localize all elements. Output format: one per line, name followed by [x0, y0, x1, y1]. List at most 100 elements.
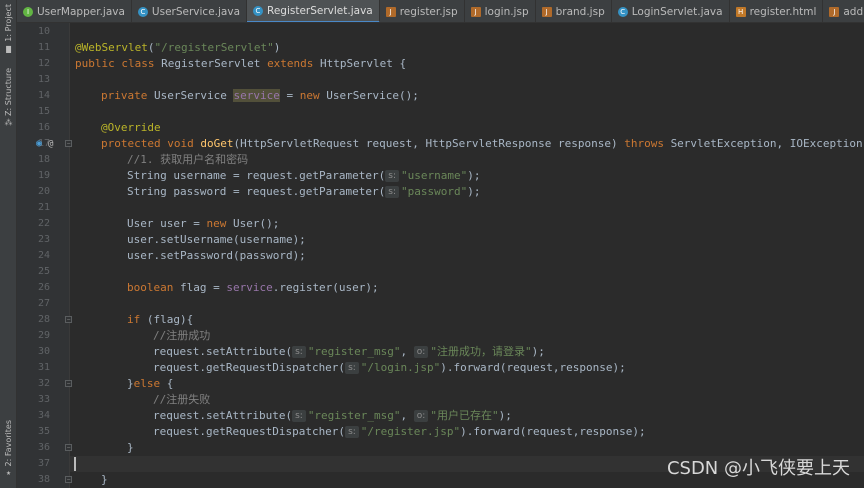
- string-token: "/registerServlet": [154, 41, 274, 54]
- code-token: String username = request.getParameter(: [127, 169, 386, 182]
- line-number: 21: [37, 202, 50, 213]
- line-number: 37: [37, 458, 50, 469]
- keyword-token: throws: [624, 137, 671, 150]
- string-token: "password": [401, 185, 468, 198]
- tab-userservice-java[interactable]: C UserService.java: [132, 0, 247, 22]
- code-line-20: String password = request.getParameter(s…: [127, 184, 481, 200]
- code-token: ,: [400, 345, 414, 358]
- tab-login-jsp[interactable]: J login.jsp: [465, 0, 536, 22]
- line-number: 20: [37, 186, 50, 197]
- code-line-26: boolean flag = service.register(user);: [127, 280, 379, 296]
- annotation-icon[interactable]: @: [48, 136, 53, 152]
- comment-token: //1. 获取用户名和密码: [127, 153, 249, 166]
- code-token: );: [467, 185, 481, 198]
- text-caret: [74, 457, 76, 471]
- string-token: "注册成功，请登录": [430, 345, 532, 358]
- parameter-hint: s:: [385, 186, 400, 198]
- code-line-16: @Override: [101, 120, 161, 136]
- keyword-token: new: [206, 217, 233, 230]
- line-number: 38: [37, 474, 50, 485]
- code-line-17: protected void doGet(HttpServletRequest …: [101, 136, 864, 152]
- code-line-11: @WebServlet("/registerServlet"): [75, 40, 280, 56]
- tab-loginservlet-java[interactable]: C LoginServlet.java: [612, 0, 730, 22]
- line-number: 15: [37, 106, 50, 117]
- override-method-icon[interactable]: ◉: [36, 136, 42, 152]
- string-token: "register_msg": [307, 409, 401, 422]
- comment-token: //注册失败: [153, 393, 211, 406]
- code-token: );: [498, 409, 512, 422]
- code-token: );: [467, 169, 481, 182]
- csdn-watermark: CSDN @小飞侠要上天: [666, 458, 850, 479]
- tab-brand-jsp[interactable]: J brand.jsp: [536, 0, 612, 22]
- annotation-token: @Override: [101, 121, 161, 134]
- tool-window-strip: 1: Project ▆ Z: Structure ⁂ 2: Favorites…: [0, 0, 17, 488]
- line-number: 19: [37, 170, 50, 181]
- line-number: 26: [37, 282, 50, 293]
- class-icon: C: [253, 5, 263, 16]
- tab-registerservlet-java[interactable]: C RegisterServlet.java: [247, 0, 380, 22]
- code-line-24: user.setPassword(password);: [127, 249, 306, 262]
- code-token: ,: [400, 409, 414, 422]
- line-number: 32: [37, 378, 50, 389]
- structure-tool-button[interactable]: Z: Structure ⁂: [0, 68, 17, 128]
- tab-label: UserService.java: [151, 5, 240, 18]
- project-tool-button[interactable]: 1: Project ▆: [0, 4, 17, 54]
- favorites-tool-label: 2: Favorites: [4, 420, 13, 467]
- code-editor[interactable]: @WebServlet("/registerServlet") public c…: [70, 23, 864, 488]
- favorites-tool-button[interactable]: 2: Favorites ★: [0, 420, 17, 478]
- string-token: "register_msg": [307, 345, 401, 358]
- code-line-12: public class RegisterServlet extends Htt…: [75, 56, 406, 72]
- code-token: HttpServlet {: [320, 57, 407, 70]
- parameter-hint: o:: [413, 346, 429, 358]
- folder-icon: ▆: [6, 43, 11, 53]
- code-line-14: private UserService service = new UserSe…: [101, 88, 419, 104]
- jsp-icon: J: [470, 6, 481, 17]
- parameter-hint: s:: [292, 346, 306, 358]
- code-token: .register(user);: [272, 281, 379, 294]
- keyword-token: public class: [75, 57, 162, 70]
- punct-token: ): [273, 41, 281, 54]
- class-icon: C: [617, 6, 628, 17]
- line-number: 10: [37, 26, 50, 37]
- code-token: User();: [232, 217, 280, 230]
- line-number: 35: [37, 426, 50, 437]
- code-line-31: request.getRequestDispatcher(s: "/login.j…: [153, 360, 626, 376]
- editor-gutter[interactable]: 10 11 12 13 14 15 16 17 18 19 20 21 22 2…: [17, 23, 72, 488]
- jsp-icon: J: [829, 6, 840, 17]
- line-number: 34: [37, 410, 50, 421]
- highlighted-field-token: service: [233, 89, 280, 102]
- line-number: 18: [37, 154, 50, 165]
- tab-addbrand-jsp[interactable]: J addBrand.jsp: [823, 0, 864, 22]
- code-line-29: //注册成功: [153, 328, 210, 344]
- tab-label: UserMapper.java: [37, 5, 125, 18]
- keyword-token: boolean: [127, 281, 180, 294]
- tab-register-jsp[interactable]: J register.jsp: [380, 0, 465, 22]
- class-name-token: RegisterServlet: [161, 57, 268, 70]
- line-number: 33: [37, 394, 50, 405]
- jsp-icon: J: [541, 6, 552, 17]
- code-line-34: request.setAttribute(s: "register_msg", o…: [153, 408, 512, 424]
- line-number: 30: [37, 346, 50, 357]
- string-token: "/login.jsp": [360, 361, 441, 374]
- parameter-hint: o:: [413, 410, 429, 422]
- tab-label: login.jsp: [484, 5, 529, 18]
- string-token: "username": [401, 169, 468, 182]
- line-number: 13: [37, 74, 50, 85]
- code-line-32: }else {: [127, 376, 173, 392]
- line-number: 16: [37, 122, 50, 133]
- code-token: UserService();: [326, 89, 419, 102]
- code-line-35: request.getRequestDispatcher(s: "/registe…: [153, 424, 646, 440]
- line-number: 36: [37, 442, 50, 453]
- tab-register-html[interactable]: H register.html: [730, 0, 824, 22]
- code-token: (HttpServletRequest request, HttpServlet…: [233, 137, 625, 150]
- code-token: {: [166, 377, 174, 390]
- keyword-token: extends: [267, 57, 321, 70]
- tab-label: register.html: [749, 5, 817, 18]
- code-line-23: user.setUsername(username);: [127, 233, 306, 246]
- code-line-33: //注册失败: [153, 392, 210, 408]
- string-token: "用户已存在": [430, 409, 499, 422]
- structure-tool-label: Z: Structure: [4, 68, 13, 116]
- line-number: 12: [37, 58, 50, 69]
- tab-label: brand.jsp: [555, 5, 605, 18]
- tab-usermapper-java[interactable]: I UserMapper.java: [17, 0, 132, 22]
